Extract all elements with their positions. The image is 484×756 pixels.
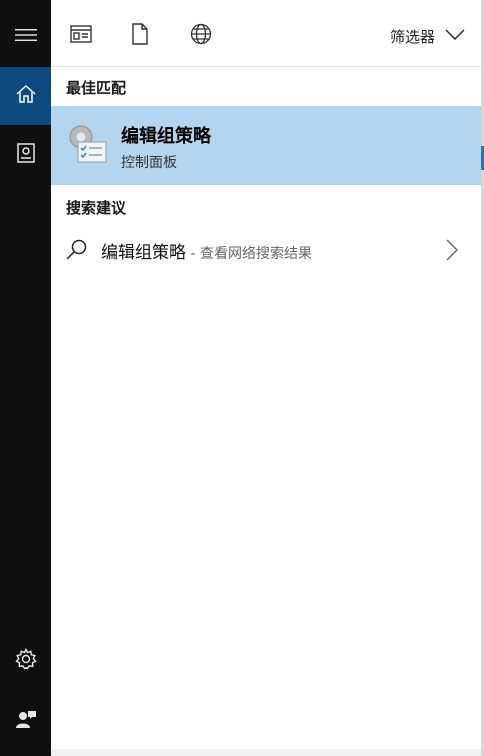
- best-match-result[interactable]: 编辑组策略 控制面板: [51, 106, 481, 185]
- best-match-name: 编辑组策略: [121, 126, 211, 147]
- search-suggestions-heading: 搜索建议: [66, 199, 127, 217]
- suggestion-web-hint: - 查看网络搜索结果: [186, 246, 312, 262]
- gear-icon: [14, 647, 37, 674]
- document-icon: [131, 23, 149, 49]
- sidebar: [0, 0, 51, 756]
- apps-filter-button[interactable]: [67, 22, 95, 50]
- hamburger-menu-button[interactable]: [0, 8, 51, 66]
- panel-bottom-edge: [51, 749, 481, 756]
- hamburger-menu-icon: [14, 27, 37, 47]
- suggestion-text-group: 编辑组策略 - 查看网络搜索结果: [101, 238, 312, 263]
- notebook-icon: [15, 142, 37, 168]
- chevron-down-icon: [445, 27, 465, 45]
- feedback-person-icon: [15, 708, 37, 734]
- filter-dropdown[interactable]: 筛选器: [390, 22, 465, 50]
- sidebar-item-home[interactable]: [0, 67, 51, 125]
- sidebar-item-settings[interactable]: [0, 632, 51, 690]
- sidebar-item-feedback[interactable]: [0, 692, 51, 750]
- chevron-right-icon[interactable]: [445, 238, 459, 262]
- globe-icon: [190, 23, 212, 49]
- documents-filter-button[interactable]: [126, 22, 154, 50]
- group-policy-editor-icon: [66, 122, 110, 166]
- search-suggestion-item[interactable]: 编辑组策略 - 查看网络搜索结果: [51, 226, 481, 274]
- best-match-heading: 最佳匹配: [66, 79, 127, 97]
- search-panel: 筛选器 最佳匹配 编辑组策略 控制面板 搜索建议 编辑组策略 - 查看网络搜索结…: [51, 0, 481, 756]
- home-icon: [15, 83, 37, 109]
- search-icon: [65, 238, 89, 262]
- best-match-subtitle: 控制面板: [121, 155, 177, 171]
- search-toolbar: 筛选器: [51, 0, 481, 67]
- web-filter-button[interactable]: [187, 22, 215, 50]
- filter-label: 筛选器: [389, 27, 435, 46]
- suggestion-query: 编辑组策略: [101, 243, 186, 263]
- sidebar-item-notebook[interactable]: [0, 126, 51, 184]
- apps-icon: [70, 25, 92, 47]
